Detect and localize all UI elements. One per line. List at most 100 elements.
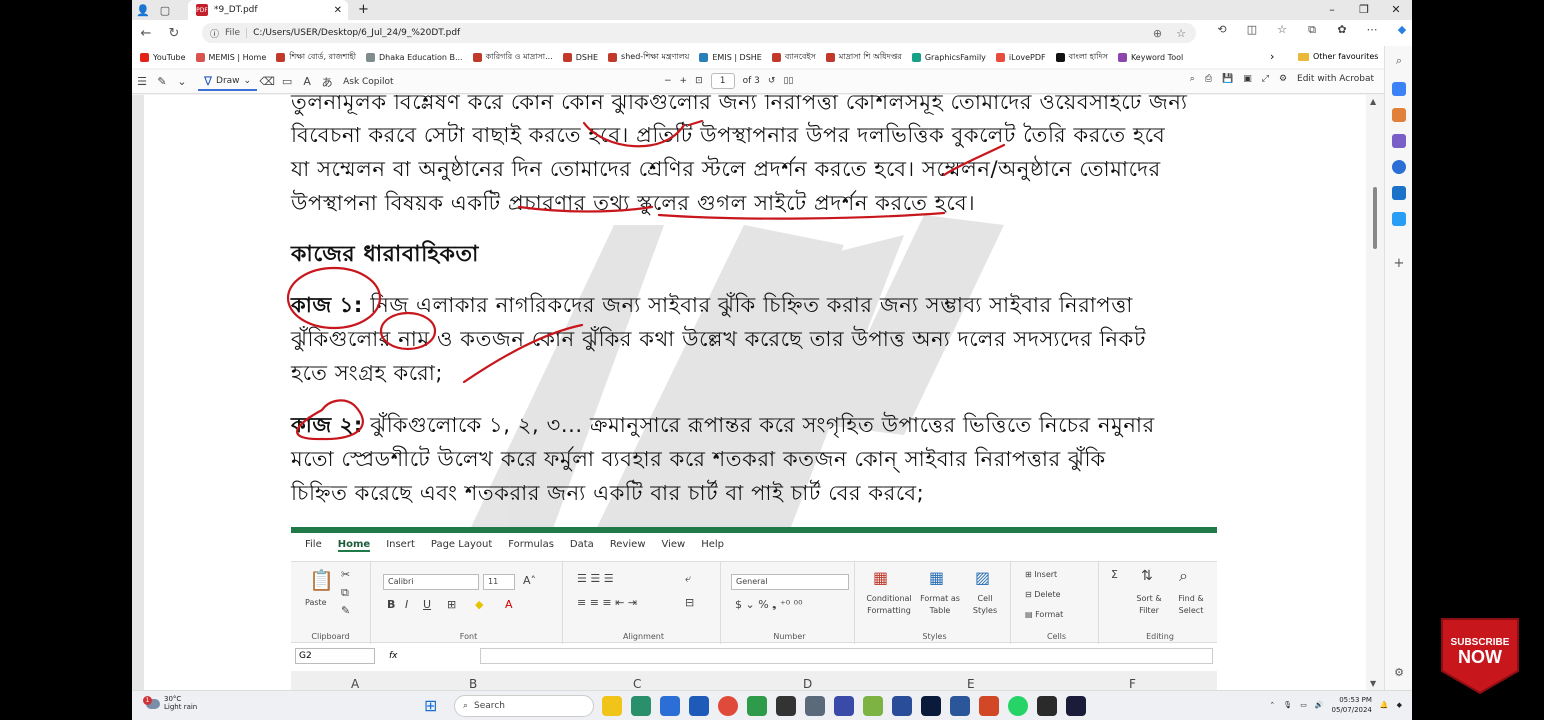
- contents-icon[interactable]: ☰: [132, 75, 152, 88]
- edit-with-acrobat-button[interactable]: Edit with Acrobat: [1297, 74, 1374, 84]
- notification-icon[interactable]: 🔔: [1380, 701, 1389, 709]
- start-icon[interactable]: ⊞: [424, 696, 437, 715]
- mail-icon[interactable]: [660, 696, 680, 716]
- sidebar-tag-icon[interactable]: [1392, 82, 1406, 96]
- extension-icon[interactable]: ✿: [1332, 23, 1352, 37]
- bookmarks-more-icon[interactable]: ›: [1270, 50, 1274, 63]
- read-aloud-icon[interactable]: A: [297, 75, 317, 88]
- highlight-icon[interactable]: ✎: [152, 75, 172, 88]
- app-icon-4[interactable]: [1037, 696, 1057, 716]
- weather-widget[interactable]: 1 30°C Light rain: [143, 695, 197, 711]
- bookmark-item[interactable]: বাংলা হাদিস: [1055, 51, 1108, 64]
- app-icon[interactable]: [776, 696, 796, 716]
- zoom-out-button[interactable]: −: [664, 76, 672, 86]
- close-window-button[interactable]: ✕: [1380, 0, 1412, 20]
- collections-icon[interactable]: ⧉: [1302, 23, 1322, 37]
- edge-icon[interactable]: [631, 696, 651, 716]
- app-icon-3[interactable]: [892, 696, 912, 716]
- app-icon-2[interactable]: [863, 696, 883, 716]
- print-icon[interactable]: ⎙: [1205, 74, 1212, 84]
- bookmark-item[interactable]: মাদ্রাসা শি অধিদপ্তর: [825, 51, 902, 64]
- bookmark-item[interactable]: ব্যানবেইস: [771, 51, 816, 64]
- profile-icon[interactable]: 👤: [132, 4, 154, 17]
- scroll-thumb[interactable]: [1373, 187, 1377, 249]
- restore-button[interactable]: ❐: [1348, 0, 1380, 20]
- file-explorer-icon[interactable]: [602, 696, 622, 716]
- vertical-scrollbar[interactable]: ▲ ▼: [1366, 95, 1384, 690]
- bookmark-item[interactable]: YouTube: [140, 52, 186, 62]
- bookmark-item[interactable]: DSHE: [562, 52, 598, 62]
- sidebar-add-icon[interactable]: +: [1392, 256, 1406, 271]
- info-icon[interactable]: ⓘ: [210, 27, 219, 40]
- back-button[interactable]: ←: [132, 26, 160, 41]
- network-icon[interactable]: ▭: [1300, 701, 1307, 709]
- bookmark-item[interactable]: GraphicsFamily: [911, 52, 986, 62]
- camtasia-icon[interactable]: [747, 696, 767, 716]
- other-favourites[interactable]: Other favourites: [1298, 52, 1378, 61]
- save-icon[interactable]: 💾: [1222, 74, 1233, 84]
- headset-icon[interactable]: [834, 696, 854, 716]
- whatsapp-icon[interactable]: [1008, 696, 1028, 716]
- zoom-icon[interactable]: ⊕: [1153, 27, 1162, 40]
- zoom-in-button[interactable]: +: [680, 76, 688, 86]
- favorites-icon[interactable]: ☆: [1272, 23, 1292, 37]
- rotate-icon[interactable]: ↺: [768, 76, 776, 86]
- photoshop-icon[interactable]: [921, 696, 941, 716]
- bookmark-item[interactable]: MEMIS | Home: [195, 52, 266, 62]
- bookmark-item[interactable]: EMIS | DSHE: [699, 52, 762, 62]
- bookmark-item[interactable]: Dhaka Education B...: [366, 52, 463, 62]
- chrome-icon[interactable]: [718, 696, 738, 716]
- word-icon[interactable]: [950, 696, 970, 716]
- sidebar-outlook-icon[interactable]: [1392, 186, 1406, 200]
- page-number-input[interactable]: 1: [710, 73, 735, 89]
- draw-button[interactable]: ∇ Draw ⌄: [198, 73, 258, 91]
- volume-icon[interactable]: 🔊: [1315, 701, 1324, 709]
- app-icon-5[interactable]: [1066, 696, 1086, 716]
- browser-tab[interactable]: PDF *9_DT.pdf ✕: [188, 0, 348, 20]
- dropdown-icon[interactable]: ⌄: [172, 75, 192, 88]
- mic-icon[interactable]: 🎙: [1283, 701, 1292, 709]
- new-tab-button[interactable]: +: [358, 2, 369, 17]
- tray-chevron-icon[interactable]: ⌃: [1269, 701, 1275, 709]
- close-tab-icon[interactable]: ✕: [334, 5, 342, 16]
- copilot-tray-icon[interactable]: ◆: [1397, 701, 1402, 709]
- sidebar-telegram-icon[interactable]: [1392, 212, 1406, 226]
- text-box-icon[interactable]: ▭: [277, 75, 297, 88]
- copilot-icon[interactable]: ◆: [1392, 23, 1412, 37]
- bookmark-item[interactable]: iLovePDF: [995, 52, 1046, 62]
- sidebar-search-icon[interactable]: ⌕: [1392, 54, 1406, 68]
- taskbar-search[interactable]: ⌕ Search: [454, 695, 594, 717]
- search-icon[interactable]: ⌕: [1190, 74, 1195, 84]
- address-bar[interactable]: ⓘ File C:/Users/USER/Desktop/6_Jul_24/9_…: [202, 23, 1196, 43]
- sidebar-settings-icon[interactable]: ⚙: [1392, 666, 1406, 680]
- save-as-icon[interactable]: ▣: [1243, 74, 1252, 84]
- fit-page-icon[interactable]: ⊡: [695, 76, 703, 86]
- scroll-down-icon[interactable]: ▼: [1370, 679, 1376, 688]
- favorite-star-icon[interactable]: ☆: [1176, 27, 1186, 40]
- ask-copilot-button[interactable]: Ask Copilot: [343, 77, 393, 87]
- camera-icon[interactable]: [805, 696, 825, 716]
- more-menu-icon[interactable]: ⋯: [1362, 23, 1382, 37]
- eraser-icon[interactable]: ⌫: [257, 75, 277, 88]
- sidebar-games-icon[interactable]: [1392, 134, 1406, 148]
- split-screen-icon[interactable]: ◫: [1242, 23, 1262, 37]
- settings-icon[interactable]: ⚙: [1279, 74, 1287, 84]
- scroll-up-icon[interactable]: ▲: [1370, 97, 1376, 106]
- refresh-button[interactable]: ↻: [160, 26, 188, 41]
- minimize-button[interactable]: –: [1316, 0, 1348, 20]
- page-view-icon[interactable]: ▯▯: [783, 76, 793, 86]
- bookmark-item[interactable]: কারিগরি ও মাদ্রাসা...: [472, 51, 553, 64]
- sidebar-office-icon[interactable]: [1392, 160, 1406, 174]
- bookmark-item[interactable]: শিক্ষা বোর্ড, রাজশাহী: [276, 51, 356, 64]
- bookmark-item[interactable]: shed-শিক্ষা মন্ত্রণালয়: [608, 51, 689, 64]
- clock[interactable]: 05:53 PM 05/07/2024: [1332, 695, 1372, 715]
- powerpoint-icon[interactable]: [979, 696, 999, 716]
- extensions-icon[interactable]: ⟲: [1212, 23, 1232, 37]
- bookmark-item[interactable]: Keyword Tool: [1117, 52, 1183, 62]
- sidebar-shopping-icon[interactable]: [1392, 108, 1406, 122]
- translate-icon[interactable]: あ: [317, 74, 337, 90]
- tab-actions-icon[interactable]: ▢: [154, 4, 176, 17]
- store-icon[interactable]: [689, 696, 709, 716]
- subscribe-badge[interactable]: SUBSCRIBE NOW: [1440, 615, 1520, 695]
- fullscreen-icon[interactable]: ⤢: [1262, 74, 1269, 84]
